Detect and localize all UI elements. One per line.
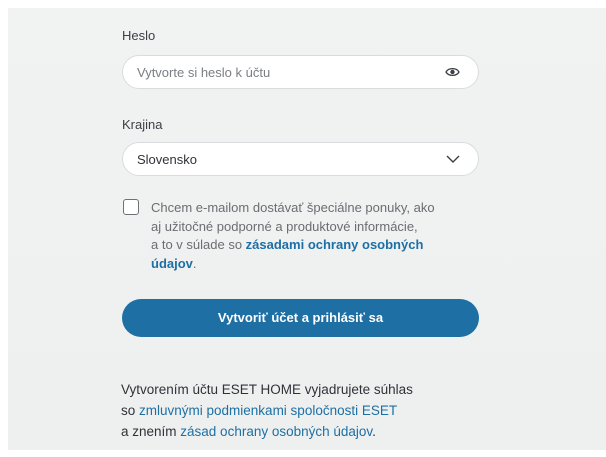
terms-of-use-link[interactable]: zmluvnými podmienkami spoločnosti ESET: [139, 403, 397, 418]
terms-line: a znením zásad ochrany osobných údajov.: [121, 421, 481, 442]
terms-text: so: [121, 403, 140, 418]
privacy-policy-link[interactable]: údajov: [151, 256, 193, 271]
terms-line: so zmluvnými podmienkami spoločnosti ESE…: [121, 400, 481, 421]
terms-line: Vytvorením účtu ESET HOME vyjadrujete sú…: [121, 382, 413, 397]
country-selected-value: Slovensko: [137, 152, 197, 167]
consent-line: údajov.: [151, 255, 471, 274]
create-account-button[interactable]: Vytvoriť účet a prihlásiť sa: [122, 299, 479, 337]
privacy-policy-link[interactable]: zásad ochrany osobných údajov: [180, 424, 372, 439]
password-placeholder: Vytvorte si heslo k účtu: [137, 65, 271, 80]
chevron-down-icon: [446, 155, 460, 163]
consent-line: Chcem e-mailom dostávať špeciálne ponuky…: [151, 200, 435, 215]
privacy-policy-link[interactable]: zásadami ochrany osobných: [246, 237, 424, 252]
consent-text: a to v súlade so: [151, 237, 246, 252]
terms-period: .: [372, 424, 376, 439]
marketing-consent-text: Chcem e-mailom dostávať špeciálne ponuky…: [151, 199, 471, 273]
country-label: Krajina: [122, 117, 163, 132]
country-select[interactable]: Slovensko: [122, 142, 479, 176]
consent-line: a to v súlade so zásadami ochrany osobný…: [151, 236, 471, 255]
eye-icon[interactable]: [445, 66, 460, 78]
consent-period: .: [192, 255, 197, 271]
terms-text: a znením: [121, 424, 181, 439]
password-label: Heslo: [122, 28, 156, 43]
marketing-consent-checkbox[interactable]: [123, 199, 139, 215]
consent-line: aj užitočné podporné a produktové inform…: [151, 218, 418, 234]
terms-notice: Vytvorením účtu ESET HOME vyjadrujete sú…: [121, 379, 481, 442]
password-field[interactable]: Vytvorte si heslo k účtu: [122, 55, 479, 89]
